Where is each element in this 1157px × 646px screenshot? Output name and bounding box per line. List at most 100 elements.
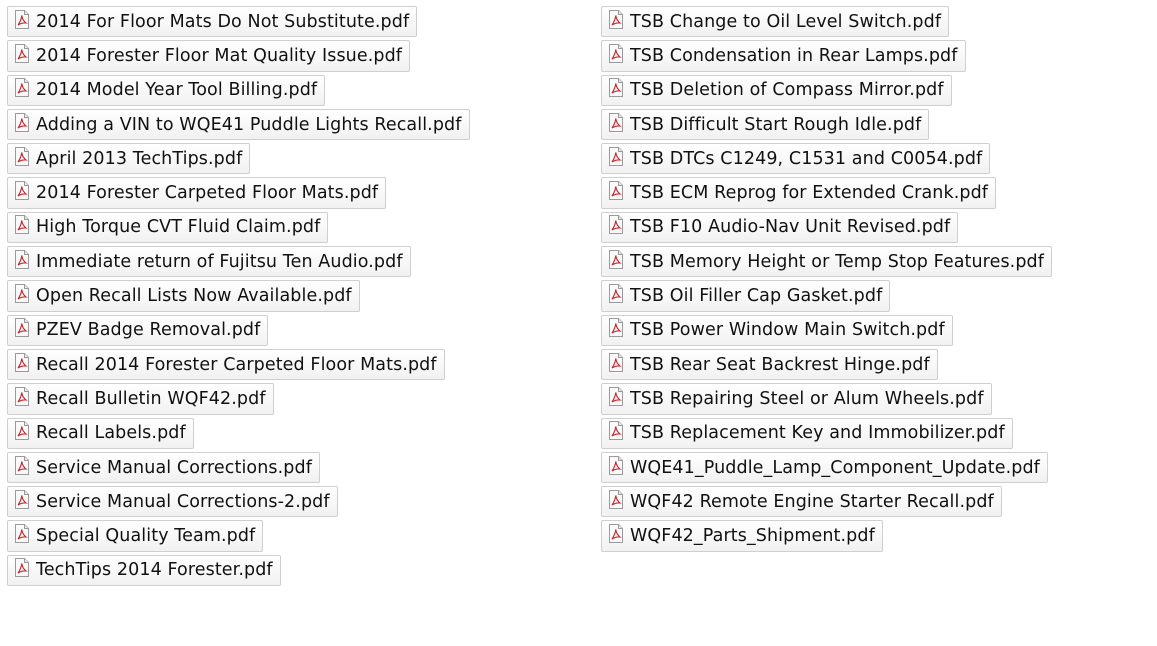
file-item[interactable]: TSB ECM Reprog for Extended Crank.pdf — [601, 177, 997, 209]
file-item[interactable]: TSB DTCs C1249, C1531 and C0054.pdf — [601, 143, 991, 175]
pdf-file-icon — [13, 386, 36, 411]
file-item[interactable]: TSB Difficult Start Rough Idle.pdf — [601, 108, 930, 141]
pdf-file-icon — [607, 215, 630, 239]
file-item[interactable]: High Torque CVT Fluid Claim.pdf — [7, 211, 329, 244]
file-name: Immediate return of Fujitsu Ten Audio.pd… — [36, 251, 403, 272]
file-name: TSB Difficult Start Rough Idle.pdf — [630, 114, 922, 135]
file-item[interactable]: TechTips 2014 Forester.pdf — [7, 554, 281, 587]
file-item[interactable]: 2014 Forester Floor Mat Quality Issue.pd… — [7, 40, 411, 72]
pdf-file-icon — [607, 284, 630, 308]
pdf-file-icon — [13, 318, 36, 342]
file-item[interactable]: Service Manual Corrections.pdf — [7, 451, 320, 484]
file-item[interactable]: TSB Oil Filler Cap Gasket.pdf — [601, 280, 891, 312]
file-name: TSB ECM Reprog for Extended Crank.pdf — [630, 183, 989, 204]
pdf-file-icon — [607, 352, 630, 377]
file-name: WQE41_Puddle_Lamp_Component_Update.pdf — [630, 457, 1040, 478]
file-name: WQF42_Parts_Shipment.pdf — [630, 526, 875, 547]
file-item[interactable]: WQE41_Puddle_Lamp_Component_Update.pdf — [601, 451, 1048, 484]
file-name: 2014 Forester Floor Mat Quality Issue.pd… — [36, 45, 403, 66]
file-name: TSB Repairing Steel or Alum Wheels.pdf — [630, 388, 984, 409]
file-name: 2014 Model Year Tool Billing.pdf — [36, 80, 318, 101]
pdf-file-icon — [607, 112, 630, 137]
pdf-file-icon — [13, 421, 36, 445]
pdf-file-icon — [13, 524, 36, 548]
file-item[interactable]: WQF42 Remote Engine Starter Recall.pdf — [601, 486, 1002, 518]
file-name: TSB Power Window Main Switch.pdf — [630, 320, 945, 341]
pdf-file-icon — [13, 249, 36, 274]
file-item[interactable]: TSB Change to Oil Level Switch.pdf — [601, 6, 950, 38]
file-item[interactable]: TSB Power Window Main Switch.pdf — [601, 314, 953, 346]
pdf-file-icon — [607, 421, 630, 445]
pdf-file-icon — [607, 249, 630, 274]
file-name: 2014 For Floor Mats Do Not Substitute.pd… — [36, 11, 410, 32]
file-name: Recall Bulletin WQF42.pdf — [36, 388, 266, 409]
pdf-file-icon — [607, 146, 630, 171]
file-item[interactable]: Service Manual Corrections-2.pdf — [7, 486, 338, 518]
file-name: Service Manual Corrections.pdf — [36, 457, 312, 478]
file-item[interactable]: TSB Deletion of Compass Mirror.pdf — [601, 74, 952, 106]
pdf-file-icon — [607, 386, 630, 411]
file-item[interactable]: TSB Memory Height or Temp Stop Features.… — [601, 246, 1053, 278]
file-item[interactable]: Immediate return of Fujitsu Ten Audio.pd… — [7, 246, 411, 278]
file-item[interactable]: TSB Replacement Key and Immobilizer.pdf — [601, 417, 1013, 449]
pdf-file-icon — [607, 455, 630, 480]
file-name: PZEV Badge Removal.pdf — [36, 320, 261, 341]
pdf-file-icon — [607, 43, 630, 68]
file-name: TSB Memory Height or Temp Stop Features.… — [630, 251, 1045, 272]
pdf-file-icon — [607, 524, 630, 548]
pdf-file-icon — [13, 284, 36, 308]
file-item[interactable]: Adding a VIN to WQE41 Puddle Lights Reca… — [7, 108, 470, 141]
pdf-file-icon — [13, 558, 36, 582]
pdf-file-icon — [607, 9, 630, 34]
pdf-file-icon — [13, 215, 36, 239]
pdf-file-icon — [13, 9, 36, 34]
file-item[interactable]: Open Recall Lists Now Available.pdf — [7, 280, 360, 312]
file-name: TSB Condensation in Rear Lamps.pdf — [630, 45, 958, 66]
pdf-file-icon — [13, 352, 36, 377]
file-name: TSB Oil Filler Cap Gasket.pdf — [630, 286, 883, 307]
file-item[interactable]: TSB Repairing Steel or Alum Wheels.pdf — [601, 383, 992, 415]
file-item[interactable]: April 2013 TechTips.pdf — [7, 143, 251, 175]
file-item[interactable]: 2014 Model Year Tool Billing.pdf — [7, 74, 326, 106]
file-item[interactable]: 2014 For Floor Mats Do Not Substitute.pd… — [7, 6, 418, 38]
file-item[interactable]: TSB Rear Seat Backrest Hinge.pdf — [601, 348, 938, 381]
pdf-file-icon — [13, 489, 36, 514]
pdf-file-icon — [607, 181, 630, 205]
file-name: TSB Rear Seat Backrest Hinge.pdf — [630, 354, 930, 375]
file-name: Recall 2014 Forester Carpeted Floor Mats… — [36, 354, 437, 375]
file-name: Service Manual Corrections-2.pdf — [36, 491, 330, 512]
file-item[interactable]: Recall 2014 Forester Carpeted Floor Mats… — [7, 348, 445, 381]
file-name: TSB DTCs C1249, C1531 and C0054.pdf — [630, 148, 983, 169]
file-name: TSB Change to Oil Level Switch.pdf — [630, 11, 942, 32]
file-name: Open Recall Lists Now Available.pdf — [36, 286, 352, 307]
file-name: Special Quality Team.pdf — [36, 526, 256, 547]
pdf-file-icon — [13, 181, 36, 205]
pdf-file-icon — [13, 112, 36, 137]
file-name: April 2013 TechTips.pdf — [36, 148, 243, 169]
file-name: TSB F10 Audio-Nav Unit Revised.pdf — [630, 217, 951, 238]
pdf-file-icon — [607, 489, 630, 514]
pdf-file-icon — [13, 146, 36, 171]
pdf-file-icon — [13, 78, 36, 102]
file-name: Adding a VIN to WQE41 Puddle Lights Reca… — [36, 114, 462, 135]
file-name: TSB Replacement Key and Immobilizer.pdf — [630, 423, 1005, 444]
file-name: 2014 Forester Carpeted Floor Mats.pdf — [36, 183, 379, 204]
pdf-file-icon — [607, 78, 630, 102]
file-item[interactable]: PZEV Badge Removal.pdf — [7, 314, 269, 346]
file-item[interactable]: TSB F10 Audio-Nav Unit Revised.pdf — [601, 211, 959, 244]
file-item[interactable]: Recall Labels.pdf — [7, 417, 194, 449]
pdf-file-icon — [13, 455, 36, 480]
file-list-left: 2014 For Floor Mats Do Not Substitute.pd… — [7, 6, 470, 589]
file-item[interactable]: Recall Bulletin WQF42.pdf — [7, 383, 274, 415]
file-item[interactable]: Special Quality Team.pdf — [7, 520, 264, 552]
file-name: Recall Labels.pdf — [36, 423, 186, 444]
file-list-right: TSB Change to Oil Level Switch.pdf TSB Co… — [601, 6, 1053, 555]
file-name: TechTips 2014 Forester.pdf — [36, 560, 273, 581]
file-name: WQF42 Remote Engine Starter Recall.pdf — [630, 491, 994, 512]
pdf-file-icon — [607, 318, 630, 342]
file-item[interactable]: TSB Condensation in Rear Lamps.pdf — [601, 40, 966, 72]
file-name: TSB Deletion of Compass Mirror.pdf — [630, 80, 944, 101]
file-item[interactable]: WQF42_Parts_Shipment.pdf — [601, 520, 883, 552]
file-name: High Torque CVT Fluid Claim.pdf — [36, 217, 321, 238]
file-item[interactable]: 2014 Forester Carpeted Floor Mats.pdf — [7, 177, 387, 209]
